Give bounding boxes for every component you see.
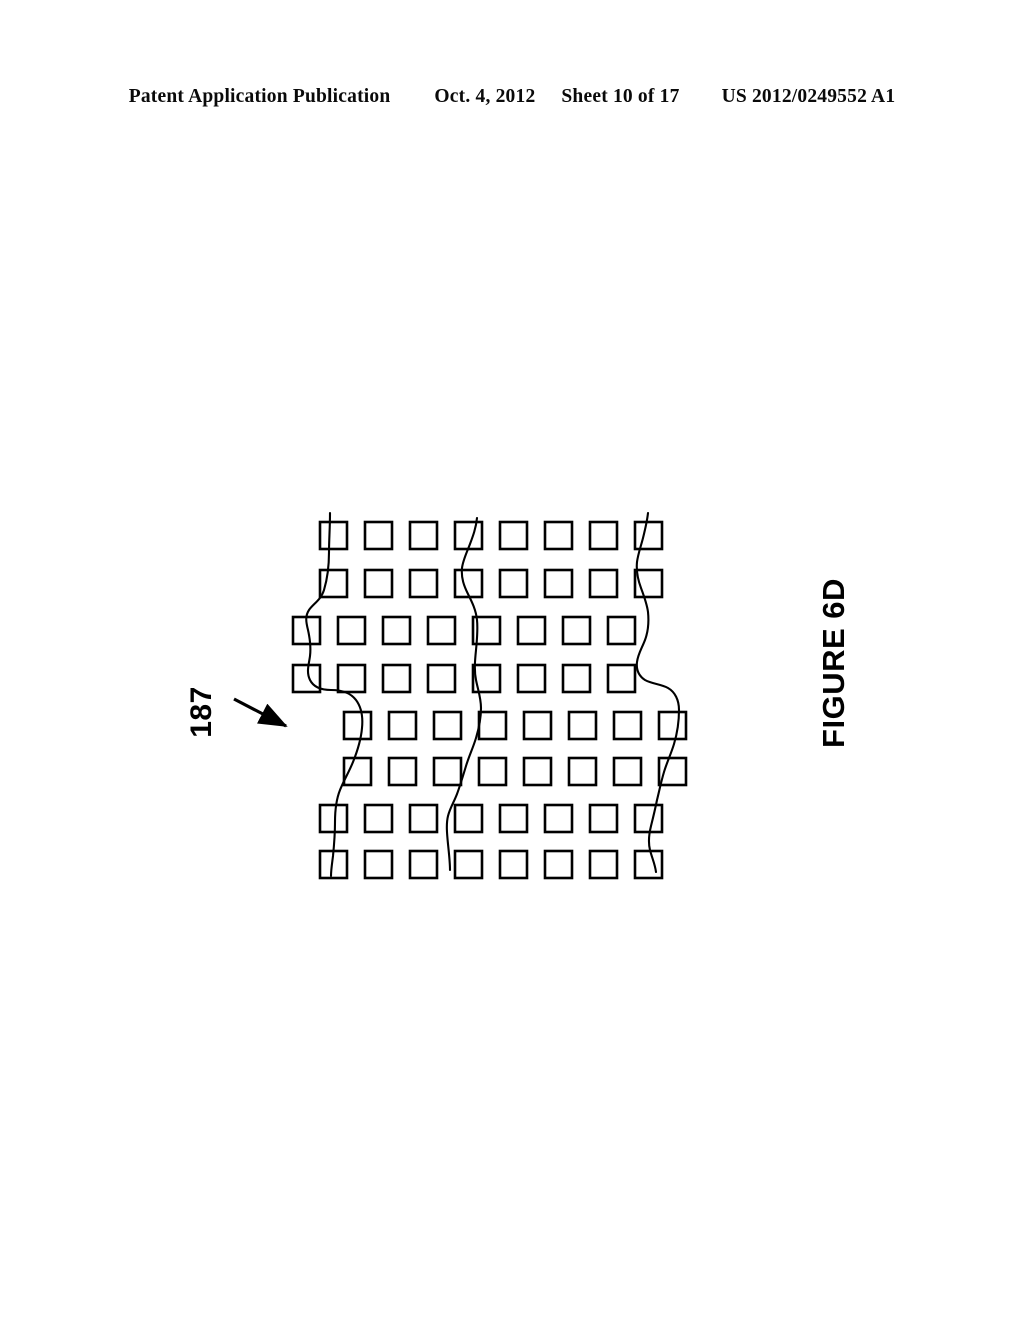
aperture-square [633, 803, 664, 834]
aperture-square [657, 756, 688, 787]
aperture-square [561, 615, 592, 646]
aperture-square [561, 663, 592, 694]
aperture-square [408, 520, 439, 551]
aperture-square [543, 803, 574, 834]
aperture-square [498, 568, 529, 599]
aperture-square [363, 568, 394, 599]
reference-numeral-187: 187 [185, 686, 218, 738]
aperture-square [426, 615, 457, 646]
aperture-square [363, 849, 394, 880]
aperture-square [336, 615, 367, 646]
aperture-square [588, 849, 619, 880]
figure-drawing-area: 187 FIGURE 6D [0, 0, 1024, 1320]
aperture-square [498, 849, 529, 880]
aperture-square [588, 520, 619, 551]
aperture-square [432, 710, 463, 741]
aperture-row [291, 663, 637, 694]
aperture-square [516, 615, 547, 646]
aperture-square [291, 663, 322, 694]
leader-line [233, 697, 288, 728]
aperture-square [381, 615, 412, 646]
aperture-square [408, 568, 439, 599]
aperture-square [408, 803, 439, 834]
wavy-fracture-lines [305, 511, 681, 878]
wavy-line-right [635, 511, 681, 874]
aperture-square [543, 520, 574, 551]
aperture-square [498, 520, 529, 551]
aperture-square [318, 568, 349, 599]
aperture-square [567, 710, 598, 741]
aperture-row [318, 803, 664, 834]
aperture-square [477, 756, 508, 787]
aperture-square [612, 756, 643, 787]
wavy-line-left [305, 511, 364, 878]
aperture-square [477, 710, 508, 741]
aperture-row [342, 756, 688, 787]
aperture-square [453, 803, 484, 834]
aperture-row [318, 849, 664, 880]
aperture-square [522, 710, 553, 741]
aperture-square [516, 663, 547, 694]
aperture-row [342, 710, 688, 741]
aperture-square [453, 520, 484, 551]
aperture-square [612, 710, 643, 741]
aperture-square [606, 663, 637, 694]
aperture-square [522, 756, 553, 787]
aperture-square [588, 803, 619, 834]
aperture-square [387, 710, 418, 741]
aperture-square [318, 803, 349, 834]
aperture-square [657, 710, 688, 741]
aperture-square [606, 615, 637, 646]
aperture-square [633, 520, 664, 551]
aperture-square [381, 663, 412, 694]
aperture-square [453, 849, 484, 880]
aperture-square [363, 803, 394, 834]
aperture-square [387, 756, 418, 787]
aperture-square [633, 849, 664, 880]
aperture-square [408, 849, 439, 880]
aperture-square [498, 803, 529, 834]
aperture-square [318, 520, 349, 551]
aperture-row [291, 615, 637, 646]
aperture-row [318, 520, 664, 551]
aperture-square [543, 849, 574, 880]
aperture-square [426, 663, 457, 694]
aperture-square [363, 520, 394, 551]
aperture-array [291, 520, 688, 880]
aperture-square [336, 663, 367, 694]
aperture-square [543, 568, 574, 599]
leader-line-group [233, 697, 288, 728]
aperture-square [588, 568, 619, 599]
mesh-screen-figure [233, 511, 688, 880]
aperture-square [567, 756, 598, 787]
figure-caption: FIGURE 6D [816, 578, 851, 748]
aperture-row [318, 568, 664, 599]
aperture-square [432, 756, 463, 787]
aperture-square [342, 710, 373, 741]
